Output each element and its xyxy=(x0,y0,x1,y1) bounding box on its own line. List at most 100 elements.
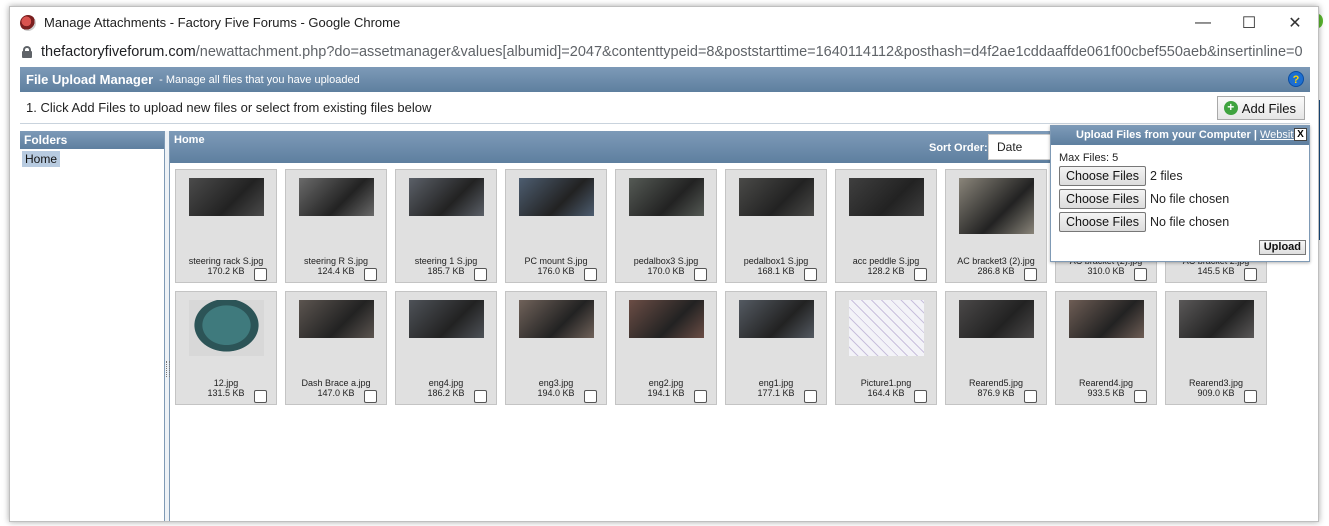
file-thumbnail xyxy=(409,300,484,338)
sort-order-select[interactable]: Date xyxy=(988,134,1052,160)
file-tile[interactable]: Rearend4.jpg 933.5 KB xyxy=(1055,291,1157,405)
file-thumbnail xyxy=(519,300,594,338)
file-thumbnail xyxy=(739,178,814,216)
file-tile[interactable]: pedalbox3 S.jpg 170.0 KB xyxy=(615,169,717,283)
file-tile[interactable]: 12.jpg 131.5 KB xyxy=(175,291,277,405)
file-tile[interactable]: Rearend3.jpg 909.0 KB xyxy=(1165,291,1267,405)
file-thumbnail xyxy=(299,178,374,216)
file-name: Rearend3.jpg xyxy=(1188,378,1244,388)
file-select-checkbox[interactable] xyxy=(474,268,487,281)
help-icon[interactable]: ? xyxy=(1288,71,1304,87)
close-upload-button[interactable]: X xyxy=(1294,128,1307,141)
file-tile[interactable]: AC bracket3 (2).jpg 286.8 KB xyxy=(945,169,1047,283)
add-files-button[interactable]: + Add Files xyxy=(1216,96,1305,120)
file-tile[interactable]: Picture1.png 164.4 KB xyxy=(835,291,937,405)
instruction-bar: 1. Click Add Files to upload new files o… xyxy=(20,92,1310,124)
file-select-checkbox[interactable] xyxy=(694,268,707,281)
close-window-button[interactable]: ✕ xyxy=(1272,7,1318,38)
file-tile[interactable]: eng3.jpg 194.0 KB xyxy=(505,291,607,405)
file-name: Rearend5.jpg xyxy=(968,378,1024,388)
manager-subtitle: - Manage all files that you have uploade… xyxy=(159,73,360,86)
file-name: eng4.jpg xyxy=(428,378,464,388)
upload-button[interactable]: Upload xyxy=(1258,240,1306,255)
file-select-checkbox[interactable] xyxy=(1134,268,1147,281)
title-bar: Manage Attachments - Factory Five Forums… xyxy=(10,7,1318,38)
upload-header: Upload Files from your Computer | Websit… xyxy=(1051,126,1309,145)
url-host: thefactoryfiveforum.com xyxy=(41,44,196,60)
file-name: pedalbox3 S.jpg xyxy=(633,256,699,266)
file-select-checkbox[interactable] xyxy=(914,268,927,281)
file-select-checkbox[interactable] xyxy=(1024,390,1037,403)
file-thumbnail xyxy=(739,300,814,338)
file-select-checkbox[interactable] xyxy=(804,390,817,403)
file-select-checkbox[interactable] xyxy=(584,268,597,281)
file-input-row: Choose Files No file chosen xyxy=(1059,212,1229,232)
file-thumbnail xyxy=(1179,300,1254,338)
choose-files-button[interactable]: Choose Files xyxy=(1059,212,1146,232)
instruction-text: 1. Click Add Files to upload new files o… xyxy=(26,100,432,115)
file-thumbnail xyxy=(849,178,924,216)
file-select-checkbox[interactable] xyxy=(694,390,707,403)
choose-files-button[interactable]: Choose Files xyxy=(1059,166,1146,186)
max-files-text: Max Files: 5 xyxy=(1059,152,1119,164)
file-thumbnail xyxy=(409,178,484,216)
file-name: eng1.jpg xyxy=(758,378,794,388)
file-tile[interactable]: pedalbox1 S.jpg 168.1 KB xyxy=(725,169,827,283)
file-input-row: Choose Files No file chosen xyxy=(1059,189,1229,209)
file-select-checkbox[interactable] xyxy=(914,390,927,403)
file-tile[interactable]: PC mount S.jpg 176.0 KB xyxy=(505,169,607,283)
address-bar[interactable]: thefactoryfiveforum.com/newattachment.ph… xyxy=(10,38,1318,66)
file-name: eng3.jpg xyxy=(538,378,574,388)
url-path: /newattachment.php?do=assetmanager&value… xyxy=(195,44,1303,60)
upload-popup: Upload Files from your Computer | Websit… xyxy=(1050,125,1310,262)
file-select-checkbox[interactable] xyxy=(584,390,597,403)
file-tile[interactable]: eng2.jpg 194.1 KB xyxy=(615,291,717,405)
file-select-checkbox[interactable] xyxy=(254,390,267,403)
file-thumbnail xyxy=(519,178,594,216)
sort-order-label: Sort Order: xyxy=(929,142,988,154)
lock-icon xyxy=(22,46,32,58)
file-tile[interactable]: Dash Brace a.jpg 147.0 KB xyxy=(285,291,387,405)
file-tile[interactable]: Rearend5.jpg 876.9 KB xyxy=(945,291,1047,405)
file-name: Rearend4.jpg xyxy=(1078,378,1134,388)
file-name: steering rack S.jpg xyxy=(188,256,264,266)
folders-panel: Folders Home xyxy=(20,131,165,521)
upload-header-title: Upload Files from your Computer xyxy=(1076,129,1251,141)
file-thumbnail xyxy=(189,178,264,216)
file-tile[interactable]: steering R S.jpg 124.4 KB xyxy=(285,169,387,283)
file-tile[interactable]: steering rack S.jpg 170.2 KB xyxy=(175,169,277,283)
file-thumbnail xyxy=(629,178,704,216)
maximize-button[interactable]: ☐ xyxy=(1226,7,1272,38)
file-tile[interactable]: steering 1 S.jpg 185.7 KB xyxy=(395,169,497,283)
file-select-checkbox[interactable] xyxy=(254,268,267,281)
file-tile[interactable]: eng1.jpg 177.1 KB xyxy=(725,291,827,405)
window-title: Manage Attachments - Factory Five Forums… xyxy=(44,15,401,30)
file-status: No file chosen xyxy=(1149,215,1230,229)
file-thumbnail xyxy=(1069,300,1144,338)
add-files-label: Add Files xyxy=(1241,100,1296,116)
file-name: pedalbox1 S.jpg xyxy=(743,256,809,266)
file-status: No file chosen xyxy=(1149,192,1230,206)
file-input-row: Choose Files 2 files xyxy=(1059,166,1183,186)
file-select-checkbox[interactable] xyxy=(364,390,377,403)
file-select-checkbox[interactable] xyxy=(1244,268,1257,281)
file-thumbnail xyxy=(959,300,1034,338)
file-select-checkbox[interactable] xyxy=(364,268,377,281)
file-select-checkbox[interactable] xyxy=(474,390,487,403)
manager-title: File Upload Manager xyxy=(26,72,154,87)
file-select-checkbox[interactable] xyxy=(1134,390,1147,403)
url-text[interactable]: thefactoryfiveforum.com/newattachment.ph… xyxy=(41,44,1303,60)
choose-files-button[interactable]: Choose Files xyxy=(1059,189,1146,209)
file-name: Picture1.png xyxy=(860,378,912,388)
file-tile[interactable]: eng4.jpg 186.2 KB xyxy=(395,291,497,405)
file-select-checkbox[interactable] xyxy=(804,268,817,281)
file-thumbnail xyxy=(189,300,264,356)
file-tile[interactable]: acc peddle S.jpg 128.2 KB xyxy=(835,169,937,283)
file-select-checkbox[interactable] xyxy=(1244,390,1257,403)
upload-header-separator: | xyxy=(1253,129,1257,141)
folder-home[interactable]: Home xyxy=(22,151,61,167)
file-name: steering R S.jpg xyxy=(303,256,369,266)
minimize-button[interactable]: — xyxy=(1180,7,1226,38)
file-thumbnail xyxy=(629,300,704,338)
file-select-checkbox[interactable] xyxy=(1024,268,1037,281)
